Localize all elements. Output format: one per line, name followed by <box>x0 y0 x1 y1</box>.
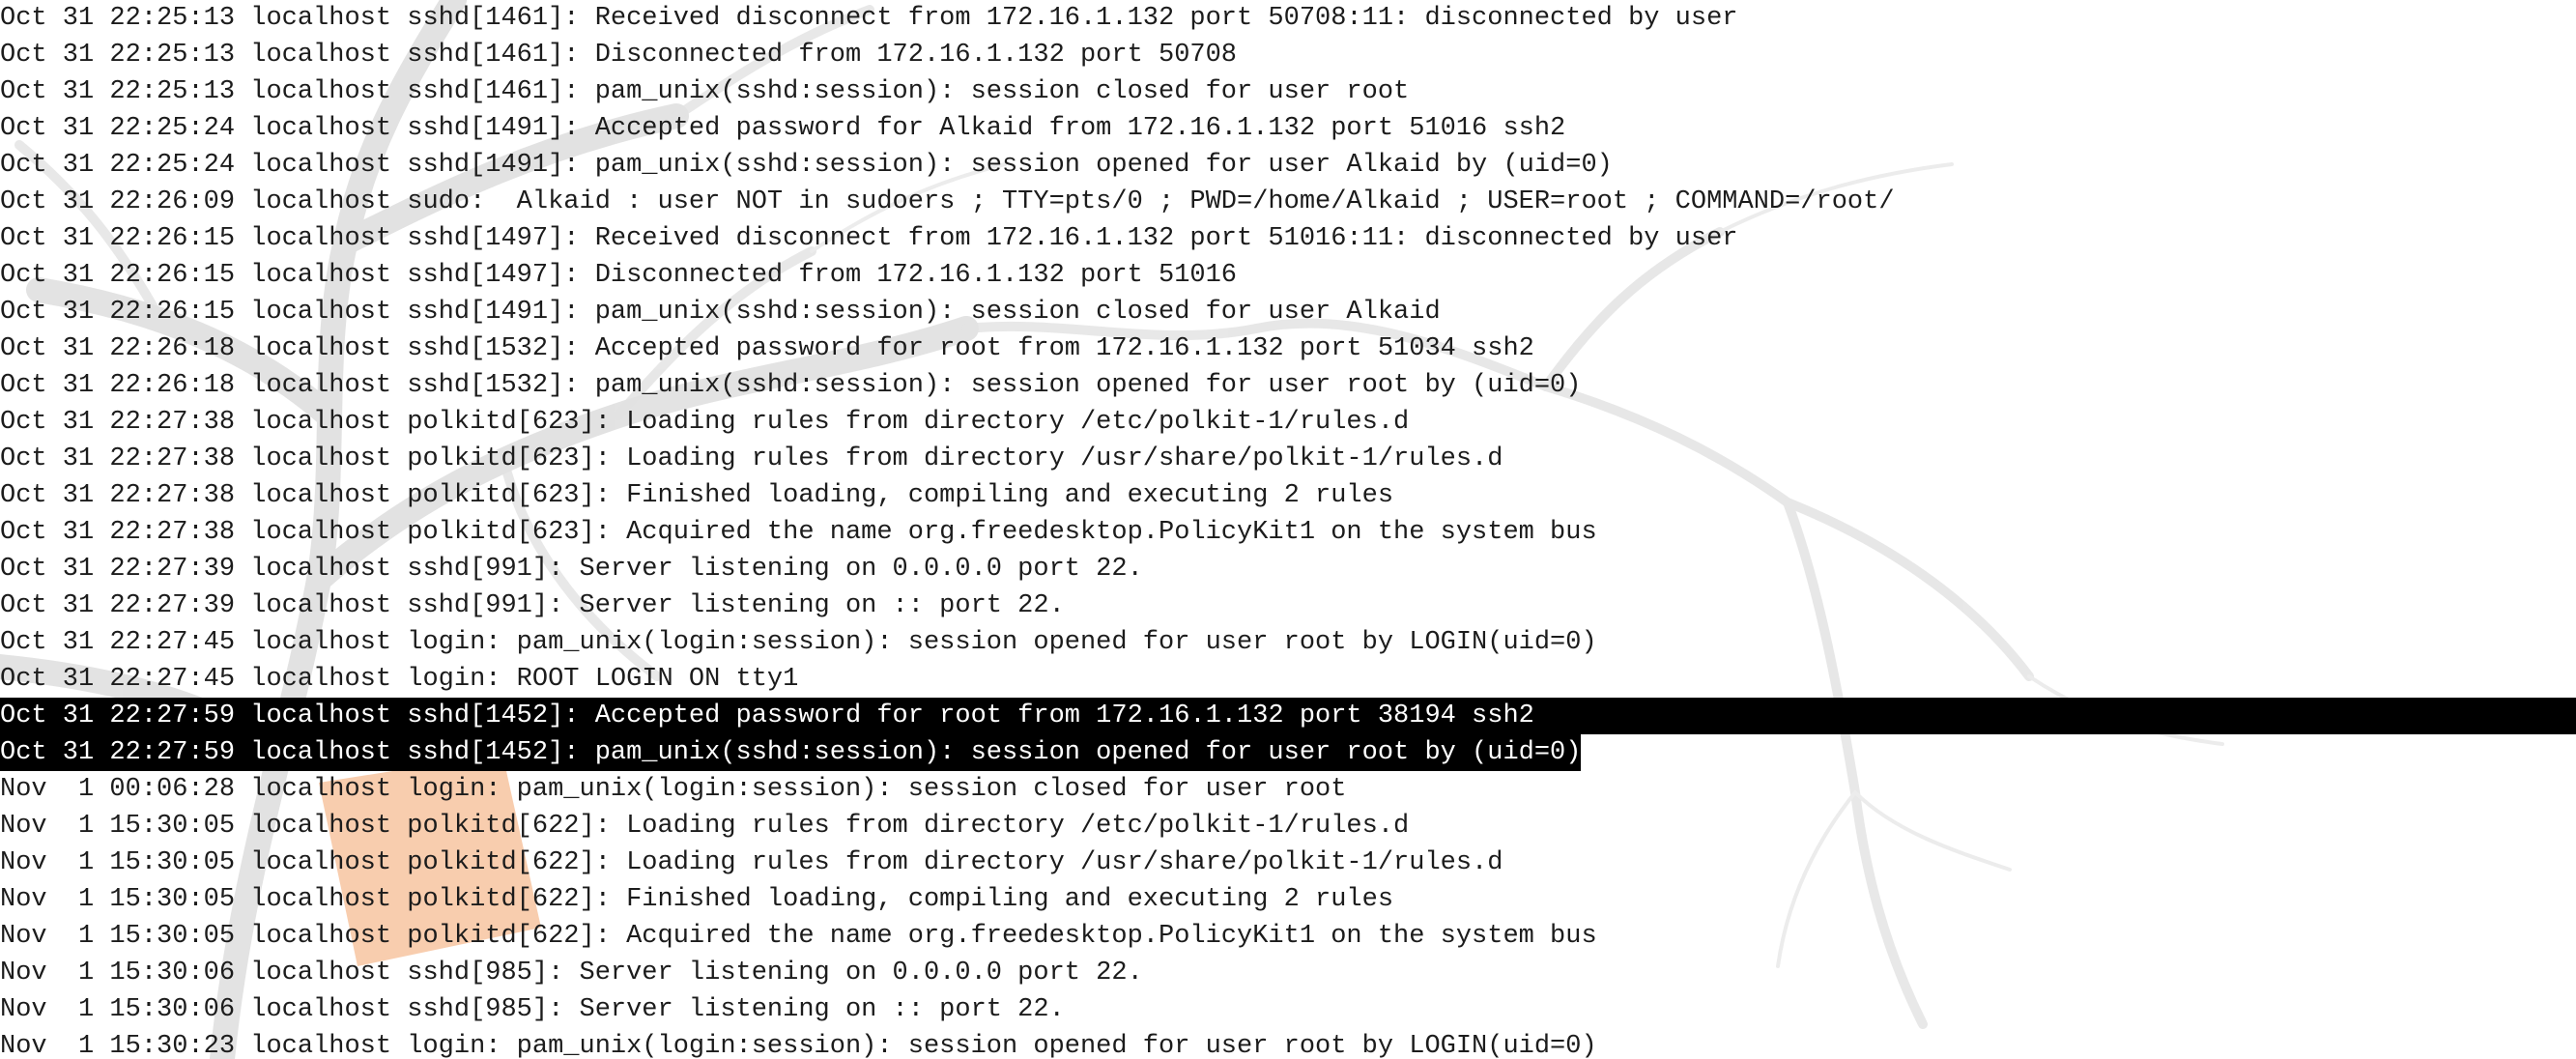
log-line[interactable]: Nov 1 15:30:06 localhost sshd[985]: Serv… <box>0 955 2576 991</box>
log-line[interactable]: Nov 1 15:30:05 localhost polkitd[622]: L… <box>0 844 2576 881</box>
log-line-text: Oct 31 22:26:15 localhost sshd[1497]: Di… <box>0 261 1238 290</box>
log-line[interactable]: Nov 1 15:30:05 localhost polkitd[622]: L… <box>0 808 2576 844</box>
log-line[interactable]: Oct 31 22:27:38 localhost polkitd[623]: … <box>0 441 2576 477</box>
log-line[interactable]: Nov 1 15:30:23 localhost login: pam_unix… <box>0 1028 2576 1059</box>
log-line-text: Oct 31 22:25:13 localhost sshd[1461]: Di… <box>0 41 1238 70</box>
log-line-text: Oct 31 22:27:38 localhost polkitd[623]: … <box>0 408 1410 437</box>
log-line-text: Oct 31 22:26:18 localhost sshd[1532]: pa… <box>0 371 1582 400</box>
log-line-text: Oct 31 22:27:39 localhost sshd[991]: Ser… <box>0 555 1143 584</box>
log-line-text: Oct 31 22:27:59 localhost sshd[1452]: Ac… <box>0 701 1534 730</box>
log-line-text: Oct 31 22:25:13 localhost sshd[1461]: pa… <box>0 77 1410 106</box>
log-line-text: Oct 31 22:26:15 localhost sshd[1497]: Re… <box>0 224 1738 253</box>
log-line-text: Oct 31 22:25:13 localhost sshd[1461]: Re… <box>0 4 1738 33</box>
log-line-text: Oct 31 22:27:39 localhost sshd[991]: Ser… <box>0 591 1065 620</box>
log-line-text: Oct 31 22:25:24 localhost sshd[1491]: Ac… <box>0 114 1566 143</box>
log-line[interactable]: Oct 31 22:27:39 localhost sshd[991]: Ser… <box>0 551 2576 587</box>
log-line[interactable]: Oct 31 22:25:24 localhost sshd[1491]: Ac… <box>0 110 2576 147</box>
log-output[interactable]: Oct 31 22:25:13 localhost sshd[1461]: Re… <box>0 0 2576 1059</box>
log-line-text: Oct 31 22:26:09 localhost sudo: Alkaid :… <box>0 187 1895 216</box>
log-line[interactable]: Oct 31 22:27:38 localhost polkitd[623]: … <box>0 477 2576 514</box>
log-line[interactable]: Nov 1 00:06:28 localhost login: pam_unix… <box>0 771 2576 808</box>
log-line[interactable]: Oct 31 22:27:45 localhost login: pam_uni… <box>0 624 2576 661</box>
log-line[interactable]: Nov 1 15:30:05 localhost polkitd[622]: F… <box>0 881 2576 918</box>
log-line-text: Nov 1 15:30:05 localhost polkitd[622]: F… <box>0 885 1394 914</box>
log-line[interactable]: Oct 31 22:26:18 localhost sshd[1532]: pa… <box>0 367 2576 404</box>
log-line[interactable]: Oct 31 22:25:13 localhost sshd[1461]: Re… <box>0 0 2576 37</box>
log-line[interactable]: Oct 31 22:27:39 localhost sshd[991]: Ser… <box>0 587 2576 624</box>
log-line[interactable]: Oct 31 22:26:09 localhost sudo: Alkaid :… <box>0 184 2576 220</box>
log-line-text: Oct 31 22:27:38 localhost polkitd[623]: … <box>0 518 1597 547</box>
log-line[interactable]: Oct 31 22:27:38 localhost polkitd[623]: … <box>0 404 2576 441</box>
log-line-text: Oct 31 22:27:59 localhost sshd[1452]: pa… <box>0 734 1582 771</box>
log-line-text: Nov 1 00:06:28 localhost login: pam_unix… <box>0 775 1347 804</box>
log-line[interactable]: Oct 31 22:27:45 localhost login: ROOT LO… <box>0 661 2576 698</box>
log-line-text: Oct 31 22:27:38 localhost polkitd[623]: … <box>0 444 1503 473</box>
log-line[interactable]: Oct 31 22:26:18 localhost sshd[1532]: Ac… <box>0 330 2576 367</box>
log-line-text: Nov 1 15:30:23 localhost login: pam_unix… <box>0 1032 1597 1059</box>
log-line[interactable]: Nov 1 15:30:06 localhost sshd[985]: Serv… <box>0 991 2576 1028</box>
log-line-text: Oct 31 22:27:45 localhost login: ROOT LO… <box>0 665 799 694</box>
log-line-text: Oct 31 22:26:18 localhost sshd[1532]: Ac… <box>0 334 1534 363</box>
log-line-text: Oct 31 22:26:15 localhost sshd[1491]: pa… <box>0 298 1441 327</box>
terminal-window[interactable]: Oct 31 22:25:13 localhost sshd[1461]: Re… <box>0 0 2576 1059</box>
log-line-text: Nov 1 15:30:05 localhost polkitd[622]: L… <box>0 812 1410 841</box>
log-line[interactable]: Oct 31 22:25:24 localhost sshd[1491]: pa… <box>0 147 2576 184</box>
log-line[interactable]: Oct 31 22:27:59 localhost sshd[1452]: Ac… <box>0 698 2576 734</box>
log-line[interactable]: Oct 31 22:25:13 localhost sshd[1461]: Di… <box>0 37 2576 73</box>
log-line-text: Oct 31 22:25:24 localhost sshd[1491]: pa… <box>0 151 1613 180</box>
log-line[interactable]: Nov 1 15:30:05 localhost polkitd[622]: A… <box>0 918 2576 955</box>
log-line-text: Nov 1 15:30:06 localhost sshd[985]: Serv… <box>0 959 1143 987</box>
log-line[interactable]: Oct 31 22:26:15 localhost sshd[1497]: Re… <box>0 220 2576 257</box>
log-line-text: Nov 1 15:30:06 localhost sshd[985]: Serv… <box>0 995 1065 1024</box>
log-line-text: Nov 1 15:30:05 localhost polkitd[622]: L… <box>0 848 1503 877</box>
log-line-text: Oct 31 22:27:45 localhost login: pam_uni… <box>0 628 1597 657</box>
log-line[interactable]: Oct 31 22:27:59 localhost sshd[1452]: pa… <box>0 734 2576 771</box>
log-line-text: Oct 31 22:27:38 localhost polkitd[623]: … <box>0 481 1394 510</box>
log-line-text: Nov 1 15:30:05 localhost polkitd[622]: A… <box>0 922 1597 951</box>
log-line[interactable]: Oct 31 22:26:15 localhost sshd[1491]: pa… <box>0 294 2576 330</box>
log-line[interactable]: Oct 31 22:26:15 localhost sshd[1497]: Di… <box>0 257 2576 294</box>
log-line[interactable]: Oct 31 22:27:38 localhost polkitd[623]: … <box>0 514 2576 551</box>
log-line[interactable]: Oct 31 22:25:13 localhost sshd[1461]: pa… <box>0 73 2576 110</box>
